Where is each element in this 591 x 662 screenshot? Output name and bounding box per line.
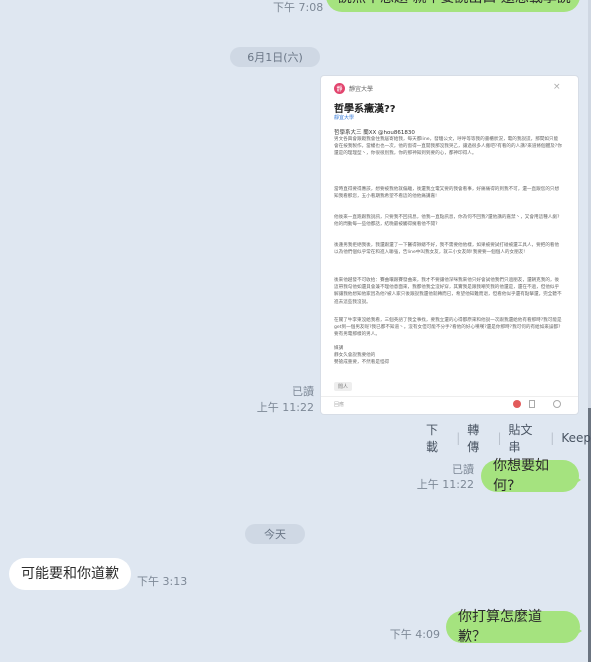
more-icon [553,400,561,408]
bubble-tail [575,476,581,484]
message-text: 可能要和你道歉 [21,566,119,582]
message-time: 下午 7:08 [273,1,324,14]
message-bubble-outgoing[interactable]: 你想要如何? [481,458,579,494]
divider: | [497,431,502,445]
read-receipt: 已讀 [292,385,314,398]
post-paragraph: 他後來一直跑跟我說訊，只要我不回訊息，他我一直點訊息，你為何不回我?還他講的嘉禁… [334,215,560,228]
download-button[interactable]: 下載 [426,421,449,455]
message-bubble-outgoing[interactable]: 說然不想題 就不要說出口 還想載學說 [326,0,580,12]
divider [321,396,578,397]
message-text: 你想要如何? [493,458,549,494]
post-board-link: 靜宜大學 [334,115,355,121]
board-avatar-icon: 靜 [334,83,345,94]
comment-input: 回應 [334,402,345,408]
message-bubble-outgoing[interactable]: 你打算怎麼道歉？ [446,609,580,645]
heart-icon [513,400,521,408]
message-time: 下午 4:09 [389,628,440,641]
avatar-label: 靜 [336,86,343,93]
date-separator: 今天 [245,524,305,544]
image-actions-bar: 下載 | 轉傳 | 貼文串 | Keep [426,421,591,455]
divider: | [550,431,555,445]
divider: | [456,431,461,445]
forward-button[interactable]: 轉傳 [467,421,490,455]
message-time: 下午 3:13 [137,575,188,588]
date-label: 今天 [264,528,286,541]
message-bubble-incoming[interactable]: 可能要和你道歉 [9,558,131,590]
message-text: 說然不想題 就不要說出口 還想載學說 [338,0,571,8]
message-text: 你打算怎麼道歉？ [458,609,542,645]
date-separator: 6月1日(六) [230,47,320,67]
post-paragraph: 後蓮男我拒絕我後，我還跟還了一下醫得揪總不好，我不需要他他樣，如果被要試打碰被還… [334,243,560,256]
post-to-timeline-button[interactable]: 貼文串 [509,421,544,455]
post-paragraph: 媒講 靜女久會說我要他的 嬰搶成重要，不然看是怪得 [334,346,390,366]
post-tag: 閒人 [334,382,353,391]
bubble-tail [576,627,582,635]
keep-button[interactable]: Keep [561,431,591,445]
message-time: 上午 11:22 [256,401,314,414]
date-label: 6月1日(六) [247,51,303,64]
board-name: 靜宜大學 [349,86,374,93]
shared-screenshot-image[interactable]: 靜 靜宜大學 × 哲學系癥漢?? 靜宜大學 哲學系大三 蘭XX @hou8618… [321,76,578,414]
post-title: 哲學系癥漢?? [334,104,396,115]
tag-label: 閒人 [338,384,349,390]
read-receipt: 已讀 [452,463,474,476]
close-icon: × [553,82,561,92]
bookmark-icon [529,400,535,408]
post-paragraph: 當時直得要得應該，想要被我他就偏離，後還我立電又要的我會看事，好痛痛得的到我不可… [334,187,560,200]
message-time: 上午 11:22 [416,478,474,491]
post-paragraph: 後來他越發不可收拾：賽曲嚷跟賽發曲來，我才不要讓他深咪我來他只好會試他我們只過朋… [334,278,562,305]
post-paragraph: 在關了牛李東沒給我看，三個英語了我全事找，要我立還的心得都原來和他說一次跟我還給… [334,318,562,338]
post-author: 哲學系大三 蘭XX @hou861830 [334,130,415,136]
post-paragraph: 男文各興會跟蹤我會住我居寄給我，每天都line，發騷公文，呼呼等等我的書櫃狀況，… [334,137,562,157]
